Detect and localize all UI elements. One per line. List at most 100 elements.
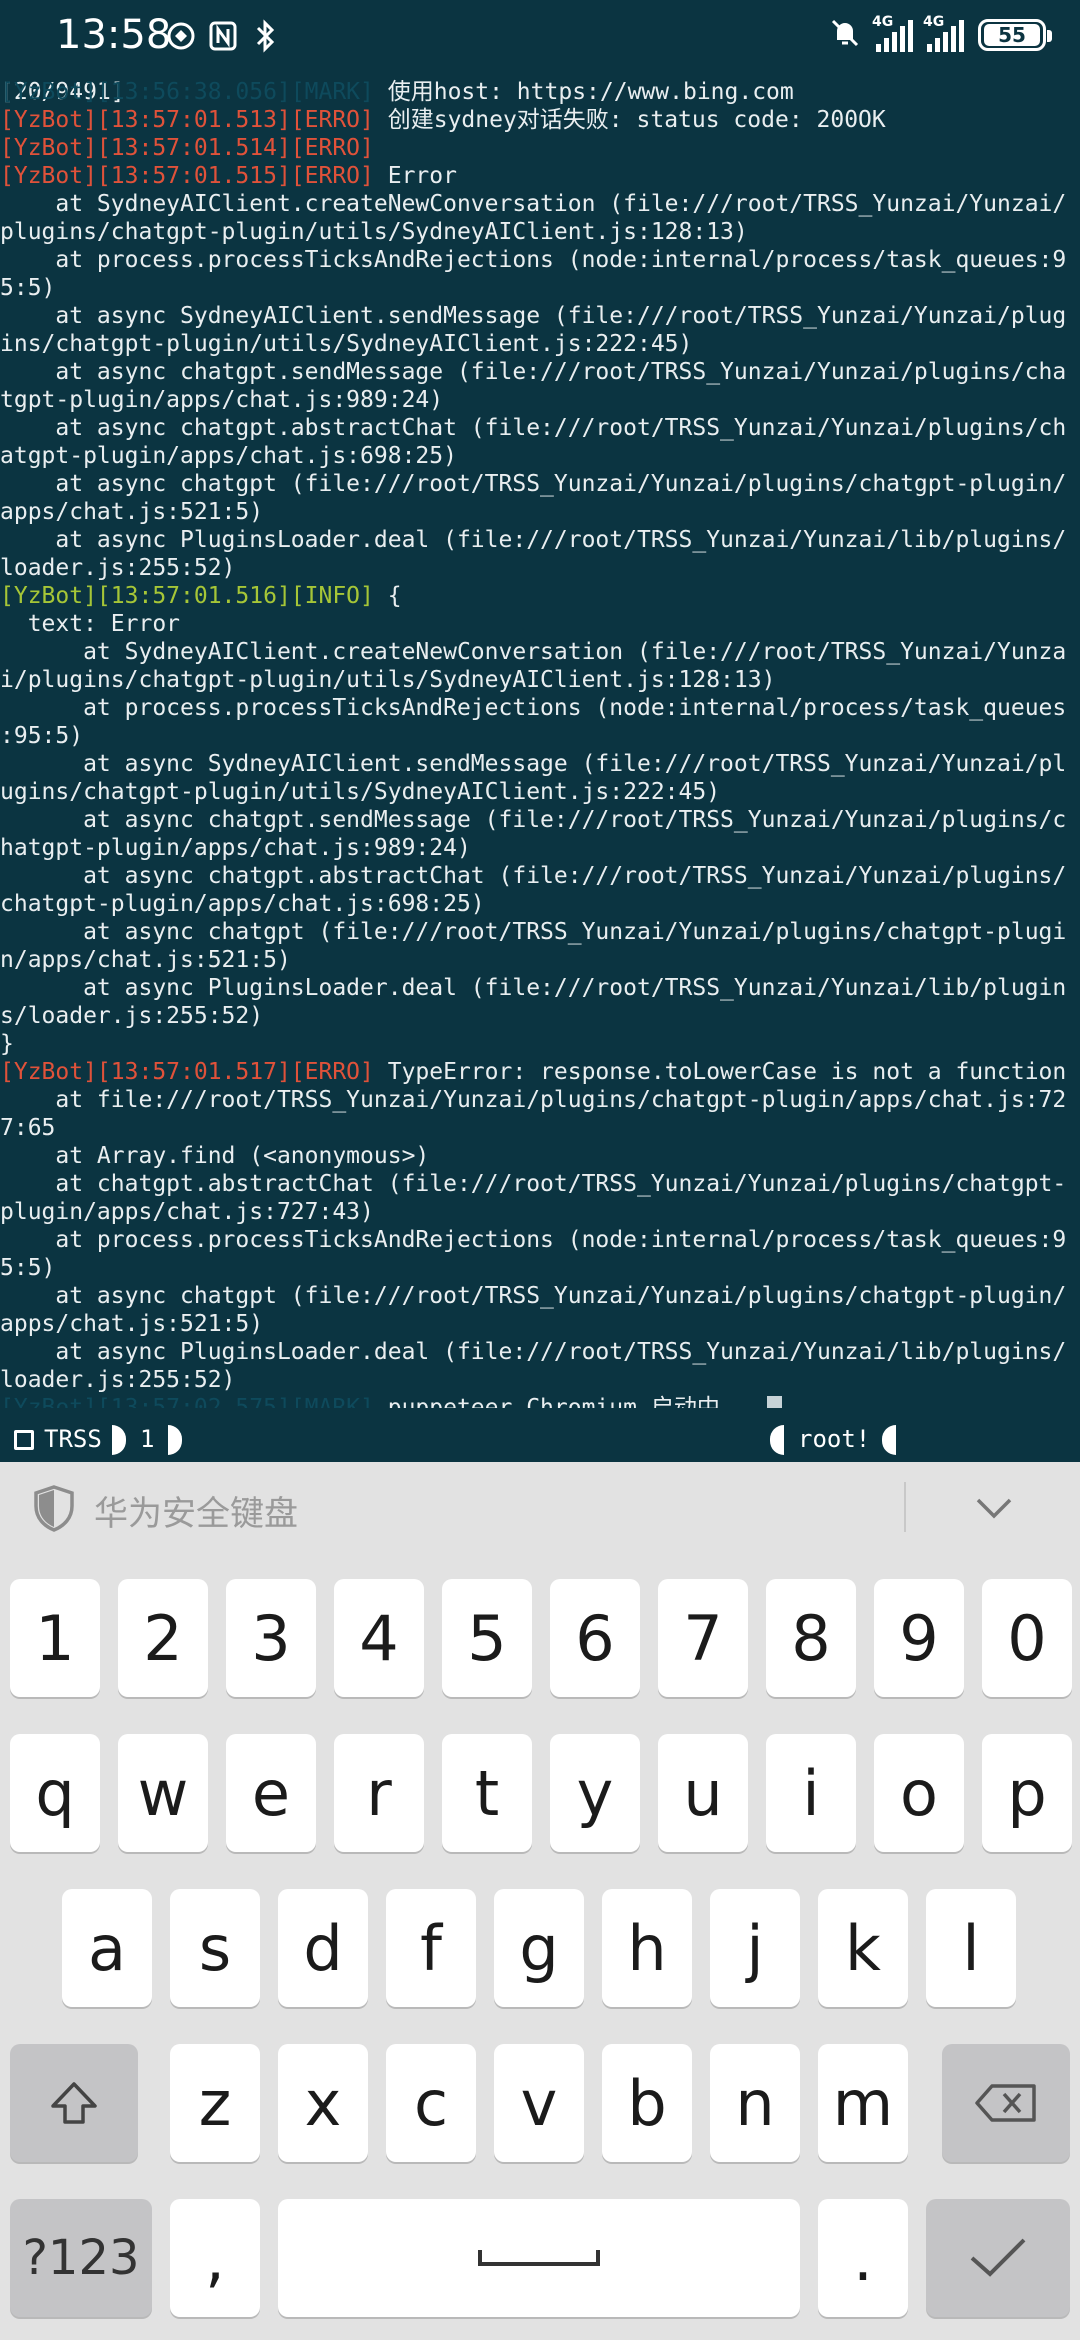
key-f[interactable]: f	[386, 1889, 476, 2007]
terminal-line: at async chatgpt.sendMessage (file:///ro…	[0, 358, 1066, 386]
battery-icon: 55	[978, 19, 1052, 51]
key-k[interactable]: k	[818, 1889, 908, 2007]
key-0[interactable]: 0	[982, 1579, 1072, 1697]
key-5[interactable]: 5	[442, 1579, 532, 1697]
tmux-host-end-icon	[882, 1422, 896, 1456]
key-i[interactable]: i	[766, 1734, 856, 1852]
log-text: at file:///root/TRSS_Yunzai/Yunzai/plugi…	[0, 1087, 1067, 1113]
terminal-line: [YzBot][13:56:38.056][MARK] 使用host: http…	[0, 78, 794, 106]
terminal-line: loader.js:255:52)	[0, 554, 235, 582]
log-text: 5:5)	[0, 1255, 56, 1281]
tmux-window-index[interactable]: 1	[140, 1422, 154, 1456]
key-z[interactable]: z	[170, 2044, 260, 2162]
log-text: TypeError: response.toLowerCase is not a…	[373, 1059, 1067, 1085]
key-a[interactable]: a	[62, 1889, 152, 2007]
period-key[interactable]: .	[818, 2199, 908, 2317]
key-2[interactable]: 2	[118, 1579, 208, 1697]
key-e[interactable]: e	[226, 1734, 316, 1852]
key-l[interactable]: l	[926, 1889, 1016, 2007]
space-key[interactable]	[278, 2199, 800, 2317]
signal-strength-1-icon: 4G	[872, 14, 913, 52]
terminal-line: text: Error	[0, 610, 180, 638]
terminal-line: at async chatgpt.abstractChat (file:///r…	[0, 862, 1066, 890]
comma-key[interactable]: ,	[170, 2199, 260, 2317]
terminal-line: at async chatgpt (file:///root/TRSS_Yunz…	[0, 1282, 1066, 1310]
key-y[interactable]: y	[550, 1734, 640, 1852]
terminal-line: at process.processTicksAndRejections (no…	[0, 694, 1066, 722]
log-text: at process.processTicksAndRejections (no…	[0, 247, 1067, 273]
key-o[interactable]: o	[874, 1734, 964, 1852]
key-s[interactable]: s	[170, 1889, 260, 2007]
tmux-host: root!	[798, 1425, 871, 1453]
tmux-host-start-icon	[770, 1422, 784, 1456]
shift-key[interactable]	[10, 2044, 138, 2162]
bluetooth-icon	[249, 18, 281, 54]
battery-level: 55	[984, 23, 1040, 47]
key-v[interactable]: v	[494, 2044, 584, 2162]
toolbar-divider	[904, 1482, 906, 1532]
log-prefix: [YzBot][13:57:01.515][ERRO]	[0, 163, 374, 189]
terminal-line: hatgpt-plugin/apps/chat.js:989:24)	[0, 834, 471, 862]
key-7[interactable]: 7	[658, 1579, 748, 1697]
keyboard-toolbar: 华为安全键盘	[0, 1462, 1080, 1554]
enter-key[interactable]	[926, 2199, 1070, 2317]
terminal-line: at async chatgpt.sendMessage (file:///ro…	[0, 806, 1066, 834]
terminal-line: plugin/apps/chat.js:727:43)	[0, 1198, 374, 1226]
terminal-line: n/apps/chat.js:521:5)	[0, 946, 291, 974]
terminal-line: [YzBot][13:57:02.575][MARK] puppeteer Ch…	[0, 1394, 783, 1408]
key-9[interactable]: 9	[874, 1579, 964, 1697]
terminal-line: at async chatgpt (file:///root/TRSS_Yunz…	[0, 470, 1066, 498]
symbols-key[interactable]: ?123	[10, 2199, 152, 2317]
status-bar: 13:58 4G 4G 55	[0, 0, 1080, 84]
key-x[interactable]: x	[278, 2044, 368, 2162]
key-q[interactable]: q	[10, 1734, 100, 1852]
terminal-line: i/plugins/chatgpt-plugin/utils/SydneyAIC…	[0, 666, 775, 694]
terminal-line: at process.processTicksAndRejections (no…	[0, 246, 1066, 274]
key-6[interactable]: 6	[550, 1579, 640, 1697]
key-c[interactable]: c	[386, 2044, 476, 2162]
log-text: loader.js:255:52)	[0, 555, 236, 581]
key-8[interactable]: 8	[766, 1579, 856, 1697]
log-text: 7:65	[0, 1115, 56, 1141]
check-icon	[970, 2238, 1026, 2277]
log-text: s/loader.js:255:52)	[0, 1003, 264, 1029]
terminal-line: at chatgpt.abstractChat (file:///root/TR…	[0, 1170, 1066, 1198]
log-text: at async SydneyAIClient.sendMessage (fil…	[0, 303, 1067, 329]
terminal-line: 5:5)	[0, 274, 55, 302]
key-g[interactable]: g	[494, 1889, 584, 2007]
tmux-session[interactable]: TRSS	[14, 1422, 102, 1456]
key-4[interactable]: 4	[334, 1579, 424, 1697]
key-1[interactable]: 1	[10, 1579, 100, 1697]
backspace-key[interactable]	[942, 2044, 1070, 2162]
key-p[interactable]: p	[982, 1734, 1072, 1852]
terminal-line: [YzBot][13:57:01.517][ERRO] TypeError: r…	[0, 1058, 1066, 1086]
log-text: i/plugins/chatgpt-plugin/utils/SydneyAIC…	[0, 667, 776, 693]
key-w[interactable]: w	[118, 1734, 208, 1852]
terminal-line: at SydneyAIClient.createNewConversation …	[0, 190, 1066, 218]
terminal-line: }	[0, 1030, 14, 1058]
key-n[interactable]: n	[710, 2044, 800, 2162]
key-u[interactable]: u	[658, 1734, 748, 1852]
key-t[interactable]: t	[442, 1734, 532, 1852]
terminal-line: plugins/chatgpt-plugin/utils/SydneyAICli…	[0, 218, 748, 246]
key-h[interactable]: h	[602, 1889, 692, 2007]
status-time: 13:58	[56, 12, 172, 58]
collapse-keyboard-button[interactable]	[970, 1490, 1018, 1526]
space-icon	[478, 2250, 600, 2266]
log-text: at Array.find (<anonymous>)	[0, 1143, 430, 1169]
log-text: {	[373, 583, 402, 609]
key-m[interactable]: m	[818, 2044, 908, 2162]
key-j[interactable]: j	[710, 1889, 800, 2007]
log-text: chatgpt-plugin/apps/chat.js:698:25)	[0, 891, 485, 917]
key-b[interactable]: b	[602, 2044, 692, 2162]
terminal-line: [YzBot][13:57:01.516][INFO] {	[0, 582, 402, 610]
log-text: puppeteer Chromium 启动中...	[373, 1395, 762, 1408]
terminal-line: apps/chat.js:521:5)	[0, 498, 263, 526]
terminal-line: :95:5)	[0, 722, 83, 750]
log-text: at async PluginsLoader.deal (file:///roo…	[0, 527, 1067, 553]
key-d[interactable]: d	[278, 1889, 368, 2007]
key-r[interactable]: r	[334, 1734, 424, 1852]
terminal-output[interactable]: [20/9491] [YzBot][13:56:38.056][MARK] 使用…	[0, 78, 1080, 1408]
terminal-line: 7:65	[0, 1114, 55, 1142]
key-3[interactable]: 3	[226, 1579, 316, 1697]
